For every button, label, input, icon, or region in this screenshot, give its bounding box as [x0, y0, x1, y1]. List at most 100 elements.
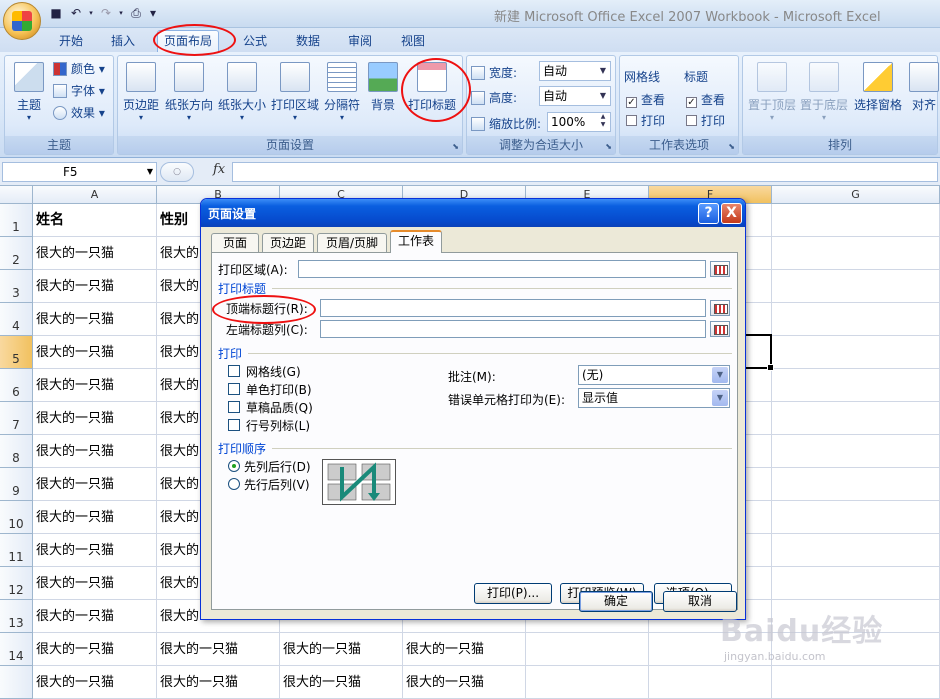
row-header[interactable]: 5: [0, 336, 33, 369]
cell[interactable]: 很大的一只猫: [33, 369, 157, 402]
cell[interactable]: 很大的一只猫: [33, 666, 157, 699]
close-icon[interactable]: X: [721, 203, 742, 224]
cell[interactable]: [649, 666, 772, 699]
print-icon[interactable]: ⎙: [128, 6, 144, 21]
row-header[interactable]: 12: [0, 567, 33, 600]
redo-dropdown-icon[interactable]: ▾: [118, 6, 124, 21]
draft-checkbox[interactable]: [228, 401, 240, 413]
background-button[interactable]: 背景: [366, 60, 400, 134]
row-header[interactable]: [0, 666, 33, 699]
dialog-tab-margins[interactable]: 页边距: [262, 233, 314, 252]
dialog-launcher-icon[interactable]: ⬊: [728, 142, 735, 151]
insert-function-icon[interactable]: fx: [213, 162, 225, 177]
down-then-over-radio[interactable]: [228, 460, 240, 472]
collapse-dialog-icon[interactable]: [710, 261, 730, 277]
customize-qat-icon[interactable]: ▾: [148, 6, 158, 21]
cell[interactable]: 很大的一只猫: [33, 633, 157, 666]
bring-to-front-button[interactable]: 置于顶层 ▾: [747, 60, 797, 134]
cell[interactable]: [772, 303, 940, 336]
cell[interactable]: [772, 501, 940, 534]
cell[interactable]: 很大的一只猫: [33, 600, 157, 633]
dialog-launcher-icon[interactable]: ⬊: [452, 142, 459, 151]
select-all-corner[interactable]: [0, 186, 33, 204]
cell[interactable]: 姓名: [33, 204, 157, 237]
cell[interactable]: 很大的一只猫: [33, 303, 157, 336]
margins-button[interactable]: 页边距 ▾: [120, 60, 162, 134]
over-then-down-radio[interactable]: [228, 478, 240, 490]
cell[interactable]: 很大的一只猫: [280, 633, 403, 666]
name-box[interactable]: F5 ▼: [2, 162, 157, 182]
send-to-back-button[interactable]: 置于底层 ▾: [799, 60, 849, 134]
errors-select[interactable]: 显示值 ▼: [578, 388, 730, 408]
row-header[interactable]: 9: [0, 468, 33, 501]
cell[interactable]: 很大的一只猫: [403, 633, 526, 666]
tab-insert[interactable]: 插入: [105, 32, 141, 50]
cell[interactable]: [526, 633, 649, 666]
row-header[interactable]: 6: [0, 369, 33, 402]
dialog-tab-header-footer[interactable]: 页眉/页脚: [317, 233, 387, 252]
selection-pane-button[interactable]: 选择窗格: [851, 60, 905, 134]
width-select[interactable]: 自动 ▼: [539, 61, 611, 81]
cell[interactable]: 很大的一只猫: [157, 666, 280, 699]
tab-data[interactable]: 数据: [290, 32, 326, 50]
cell[interactable]: [772, 369, 940, 402]
row-col-headings-checkbox[interactable]: [228, 419, 240, 431]
bw-checkbox[interactable]: [228, 383, 240, 395]
cell[interactable]: [772, 402, 940, 435]
ok-button[interactable]: 确定: [579, 591, 653, 612]
row-header[interactable]: 14: [0, 633, 33, 666]
row-header[interactable]: 10: [0, 501, 33, 534]
row-header[interactable]: 7: [0, 402, 33, 435]
collapse-dialog-icon[interactable]: [710, 321, 730, 337]
cell[interactable]: [772, 666, 940, 699]
column-header-g[interactable]: G: [772, 186, 940, 204]
office-button[interactable]: [3, 2, 41, 40]
cell[interactable]: 很大的一只猫: [33, 501, 157, 534]
cell[interactable]: 很大的一只猫: [33, 567, 157, 600]
row-header[interactable]: 2: [0, 237, 33, 270]
rows-to-repeat-input[interactable]: [320, 299, 706, 317]
row-header[interactable]: 4: [0, 303, 33, 336]
align-button[interactable]: 对齐: [909, 60, 939, 134]
dialog-tab-sheet[interactable]: 工作表: [390, 230, 442, 253]
breaks-button[interactable]: 分隔符 ▾: [322, 60, 362, 134]
theme-fonts-button[interactable]: 字体 ▾: [53, 82, 105, 100]
cell[interactable]: 很大的一只猫: [33, 435, 157, 468]
themes-button[interactable]: 主题 ▾: [9, 60, 49, 134]
tab-home[interactable]: 开始: [53, 32, 89, 50]
print-area-input[interactable]: [298, 260, 706, 278]
cell[interactable]: 很大的一只猫: [33, 534, 157, 567]
row-header[interactable]: 1: [0, 204, 33, 237]
cell[interactable]: [772, 336, 940, 369]
theme-colors-button[interactable]: 颜色 ▾: [53, 60, 105, 78]
undo-dropdown-icon[interactable]: ▾: [88, 6, 94, 21]
help-icon[interactable]: ?: [698, 203, 719, 224]
gridlines-checkbox[interactable]: [228, 365, 240, 377]
undo-icon[interactable]: ↶: [68, 6, 84, 21]
column-header-a[interactable]: A: [33, 186, 157, 204]
row-header[interactable]: 13: [0, 600, 33, 633]
cell[interactable]: [772, 468, 940, 501]
cell[interactable]: [772, 567, 940, 600]
cell[interactable]: [772, 204, 940, 237]
scale-spinner[interactable]: 100% ▲ ▼: [547, 112, 611, 132]
orientation-button[interactable]: 纸张方向 ▾: [164, 60, 214, 134]
dialog-launcher-icon[interactable]: ⬊: [605, 142, 612, 151]
cell[interactable]: 很大的一只猫: [403, 666, 526, 699]
cell[interactable]: 很大的一只猫: [157, 633, 280, 666]
dialog-tab-page[interactable]: 页面: [211, 233, 259, 252]
cell[interactable]: 很大的一只猫: [33, 237, 157, 270]
headings-view-checkbox[interactable]: ✓ 查看: [686, 91, 725, 109]
save-icon[interactable]: ■: [48, 6, 64, 21]
cell[interactable]: [772, 534, 940, 567]
headings-print-checkbox[interactable]: 打印: [686, 112, 725, 130]
comments-select[interactable]: (无) ▼: [578, 365, 730, 385]
redo-icon[interactable]: ↷: [98, 6, 114, 21]
gridlines-view-checkbox[interactable]: ✓ 查看: [626, 91, 665, 109]
cols-to-repeat-input[interactable]: [320, 320, 706, 338]
collapse-dialog-icon[interactable]: [710, 300, 730, 316]
tab-review[interactable]: 审阅: [342, 32, 378, 50]
cell[interactable]: 很大的一只猫: [33, 270, 157, 303]
row-header[interactable]: 11: [0, 534, 33, 567]
tab-view[interactable]: 视图: [395, 32, 431, 50]
